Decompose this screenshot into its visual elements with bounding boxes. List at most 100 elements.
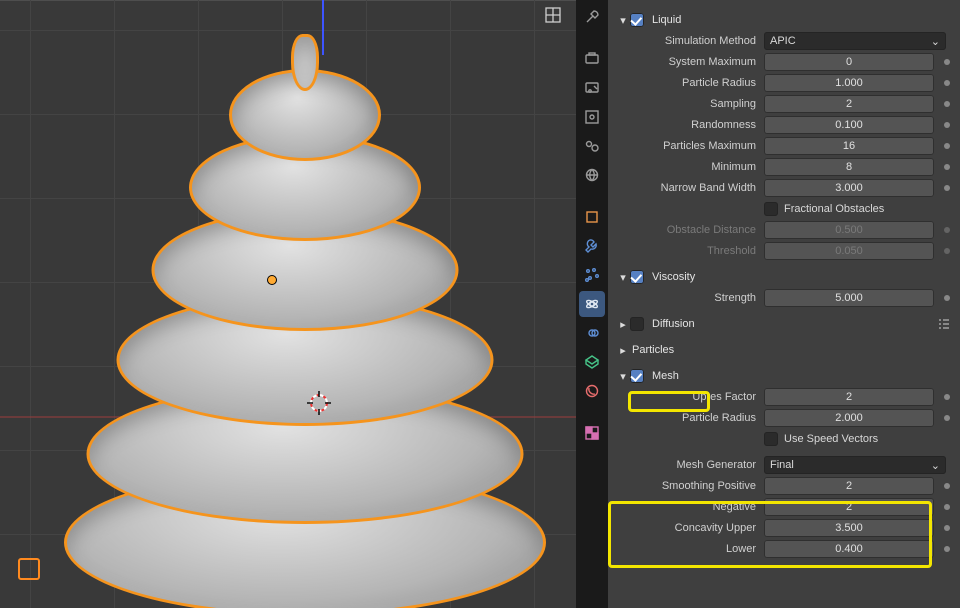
chevron-down-icon: ⌄ <box>931 35 940 48</box>
tab-constraints[interactable] <box>579 320 605 346</box>
randomness-field[interactable]: 0.100 <box>764 116 934 134</box>
particle-radius-field[interactable]: 1.000 <box>764 74 934 92</box>
tab-tool[interactable] <box>579 4 605 30</box>
physics-properties-panel: ▾ Liquid Simulation Method APIC ⌄ System… <box>608 0 960 608</box>
particles-maximum-field[interactable]: 16 <box>764 137 934 155</box>
disclosure-triangle-icon[interactable]: ▸ <box>618 318 628 331</box>
mesh-particle-radius-label: Particle Radius <box>634 412 764 424</box>
mesh-title: Mesh <box>652 370 679 382</box>
use-speed-vectors-checkbox[interactable] <box>764 432 778 446</box>
section-viscosity[interactable]: ▾ Viscosity <box>618 267 952 287</box>
animate-dot-icon[interactable] <box>944 483 950 489</box>
mesh-generator-dropdown[interactable]: Final ⌄ <box>764 456 946 474</box>
concavity-lower-label: Lower <box>634 543 764 555</box>
smoothing-positive-label: Smoothing Positive <box>634 480 764 492</box>
disclosure-triangle-icon[interactable]: ▾ <box>618 370 628 383</box>
minimum-field[interactable]: 8 <box>764 158 934 176</box>
use-speed-vectors-label: Use Speed Vectors <box>784 433 878 445</box>
narrow-band-width-field[interactable]: 3.000 <box>764 179 934 197</box>
animate-dot-icon[interactable] <box>944 295 950 301</box>
particle-radius-label: Particle Radius <box>634 77 764 89</box>
simulation-method-label: Simulation Method <box>634 35 764 47</box>
mesh-generator-label: Mesh Generator <box>634 459 764 471</box>
fluid-mesh-object[interactable] <box>50 35 560 595</box>
simulation-method-value: APIC <box>770 35 796 47</box>
system-maximum-label: System Maximum <box>634 56 764 68</box>
disclosure-triangle-icon[interactable]: ▾ <box>618 271 628 284</box>
threshold-field: 0.050 <box>764 242 934 260</box>
mesh-checkbox[interactable] <box>630 369 644 383</box>
mesh-generator-value: Final <box>770 459 794 471</box>
section-diffusion[interactable]: ▸ Diffusion <box>618 314 952 334</box>
section-liquid[interactable]: ▾ Liquid <box>618 10 952 30</box>
animate-dot-icon[interactable] <box>944 101 950 107</box>
narrow-band-width-label: Narrow Band Width <box>634 182 764 194</box>
mesh-particle-radius-field[interactable]: 2.000 <box>764 409 934 427</box>
tab-modifiers[interactable] <box>579 233 605 259</box>
viewport-3d[interactable] <box>0 0 576 608</box>
tab-render[interactable] <box>579 46 605 72</box>
obstacle-distance-field: 0.500 <box>764 221 934 239</box>
tab-material[interactable] <box>579 378 605 404</box>
animate-dot-icon[interactable] <box>944 122 950 128</box>
smoothing-negative-label: Negative <box>634 501 764 513</box>
disclosure-triangle-icon[interactable]: ▸ <box>618 344 628 357</box>
tab-physics[interactable] <box>579 291 605 317</box>
tab-mesh-data[interactable] <box>579 349 605 375</box>
liquid-checkbox[interactable] <box>630 13 644 27</box>
object-origin-icon <box>268 276 276 284</box>
animate-dot-icon[interactable] <box>944 504 950 510</box>
viscosity-title: Viscosity <box>652 271 695 283</box>
tab-world[interactable] <box>579 162 605 188</box>
chevron-down-icon: ⌄ <box>931 459 940 472</box>
upres-factor-label: Upres Factor <box>634 391 764 403</box>
obstacle-distance-label: Obstacle Distance <box>634 224 764 236</box>
particles-title: Particles <box>632 344 674 356</box>
cursor-3d-icon[interactable] <box>304 388 334 418</box>
fractional-obstacles-label: Fractional Obstacles <box>784 203 884 215</box>
animate-dot-icon[interactable] <box>944 415 950 421</box>
panel-options-icon[interactable] <box>936 316 952 332</box>
tab-particles[interactable] <box>579 262 605 288</box>
concavity-upper-label: Concavity Upper <box>634 522 764 534</box>
strength-field[interactable]: 5.000 <box>764 289 934 307</box>
simulation-method-dropdown[interactable]: APIC ⌄ <box>764 32 946 50</box>
app-root: ▾ Liquid Simulation Method APIC ⌄ System… <box>0 0 960 608</box>
animate-dot-icon[interactable] <box>944 525 950 531</box>
animate-dot-icon <box>944 248 950 254</box>
tab-object[interactable] <box>579 204 605 230</box>
tab-texture[interactable] <box>579 420 605 446</box>
disclosure-triangle-icon[interactable]: ▾ <box>618 14 628 27</box>
section-particles[interactable]: ▸ Particles <box>618 340 952 360</box>
animate-dot-icon[interactable] <box>944 59 950 65</box>
animate-dot-icon[interactable] <box>944 143 950 149</box>
viewport-grid-toggle-icon[interactable] <box>544 6 562 24</box>
section-mesh[interactable]: ▾ Mesh <box>618 366 952 386</box>
smoothing-negative-field[interactable]: 2 <box>764 498 934 516</box>
liquid-title: Liquid <box>652 14 681 26</box>
animate-dot-icon[interactable] <box>944 164 950 170</box>
system-maximum-field[interactable]: 0 <box>764 53 934 71</box>
minimum-label: Minimum <box>634 161 764 173</box>
annotate-tool-icon[interactable] <box>18 558 40 580</box>
fractional-obstacles-checkbox[interactable] <box>764 202 778 216</box>
animate-dot-icon[interactable] <box>944 394 950 400</box>
animate-dot-icon[interactable] <box>944 546 950 552</box>
animate-dot-icon <box>944 227 950 233</box>
animate-dot-icon[interactable] <box>944 185 950 191</box>
smoothing-positive-field[interactable]: 2 <box>764 477 934 495</box>
animate-dot-icon[interactable] <box>944 80 950 86</box>
sampling-field[interactable]: 2 <box>764 95 934 113</box>
tab-scene[interactable] <box>579 133 605 159</box>
concavity-upper-field[interactable]: 3.500 <box>764 519 934 537</box>
strength-label: Strength <box>634 292 764 304</box>
tab-viewlayer[interactable] <box>579 104 605 130</box>
upres-factor-field[interactable]: 2 <box>764 388 934 406</box>
diffusion-checkbox[interactable] <box>630 317 644 331</box>
particles-maximum-label: Particles Maximum <box>634 140 764 152</box>
viscosity-checkbox[interactable] <box>630 270 644 284</box>
randomness-label: Randomness <box>634 119 764 131</box>
tab-output[interactable] <box>579 75 605 101</box>
concavity-lower-field[interactable]: 0.400 <box>764 540 934 558</box>
diffusion-title: Diffusion <box>652 318 695 330</box>
